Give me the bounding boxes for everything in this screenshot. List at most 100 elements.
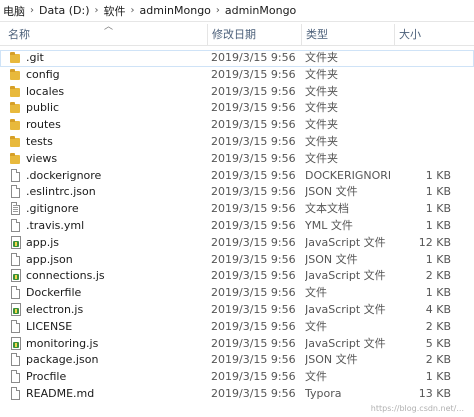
file-row[interactable]: .gitignore 2019/3/15 9:56 文本文档 1 KB <box>0 201 474 218</box>
file-type: 文件夹 <box>305 67 338 81</box>
column-header-date[interactable]: 修改日期 <box>207 24 300 45</box>
column-header-size[interactable]: 大小 <box>394 24 474 45</box>
file-type: YML 文件 <box>305 218 353 232</box>
column-header-row: 名称 ︿ 修改日期 类型 大小 <box>0 22 474 46</box>
file-row[interactable]: connections.js 2019/3/15 9:56 JavaScript 文… <box>0 268 474 285</box>
file-name: package.json <box>26 353 99 367</box>
file-row[interactable]: package.json 2019/3/15 9:56 JSON 文件 2 KB <box>0 352 474 369</box>
file-type: 文件 <box>305 370 327 384</box>
file-size: 2 KB <box>425 269 451 283</box>
file-size: 1 KB <box>425 370 451 384</box>
file-type: Typora <box>305 386 342 400</box>
file-row[interactable]: Dockerfile 2019/3/15 9:56 文件 1 KB <box>0 285 474 302</box>
file-type: 文件夹 <box>305 84 338 98</box>
file-row[interactable]: electron.js 2019/3/15 9:56 JavaScript 文件 4 … <box>0 302 474 319</box>
file-name: routes <box>26 118 61 132</box>
file-modified-date: 2019/3/15 9:56 <box>211 336 296 350</box>
file-name: public <box>26 101 60 115</box>
file-row[interactable]: config 2019/3/15 9:56 文件夹 <box>0 67 474 84</box>
file-size: 1 KB <box>425 185 451 199</box>
folder-icon <box>9 101 23 115</box>
breadcrumb-item-adminmongo[interactable]: adminMongo <box>137 4 214 17</box>
file-row[interactable]: .travis.yml 2019/3/15 9:56 YML 文件 1 KB <box>0 218 474 235</box>
column-header-name[interactable]: 名称 ︿ <box>4 22 204 45</box>
breadcrumb: 电脑 › Data (D:) › 软件 › adminMongo › admin… <box>0 0 474 22</box>
file-row[interactable]: routes 2019/3/15 9:56 文件夹 <box>0 117 474 134</box>
file-type: 文件夹 <box>305 151 338 165</box>
js-file-icon <box>9 302 23 317</box>
file-size: 1 KB <box>425 286 451 300</box>
file-name: app.js <box>26 235 59 249</box>
file-name: .git <box>26 51 44 64</box>
js-file-icon <box>9 269 23 283</box>
file-row[interactable]: .dockerignore 2019/3/15 9:56 DOCKERIGNORE.… <box>0 168 474 185</box>
file-modified-date: 2019/3/15 9:56 <box>211 235 296 249</box>
file-row[interactable]: LICENSE 2019/3/15 9:56 文件 2 KB <box>0 319 474 336</box>
breadcrumb-item-computer[interactable]: 电脑 <box>0 3 28 19</box>
sort-up-icon: ︿ <box>104 22 114 32</box>
folder-icon <box>9 68 23 82</box>
file-name: tests <box>26 134 53 148</box>
file-size: 1 KB <box>425 168 451 182</box>
file-row[interactable]: README.md 2019/3/15 9:56 Typora 13 KB <box>0 386 474 403</box>
file-size: 2 KB <box>425 353 451 367</box>
file-name: connections.js <box>26 269 105 283</box>
column-header-name-label: 名称 <box>8 28 30 41</box>
file-type: 文件 <box>305 286 327 300</box>
text-file-icon <box>9 202 23 216</box>
file-row[interactable]: monitoring.js 2019/3/15 9:56 JavaScript 文件… <box>0 336 474 353</box>
file-size: 4 KB <box>425 302 451 316</box>
file-row[interactable]: .git 2019/3/15 9:56 文件夹 <box>0 50 474 67</box>
breadcrumb-item-drive[interactable]: Data (D:) <box>36 4 93 17</box>
file-icon <box>9 286 23 300</box>
file-name: config <box>26 67 60 81</box>
file-row[interactable]: app.json 2019/3/15 9:56 JSON 文件 1 KB <box>0 252 474 269</box>
file-name: electron.js <box>26 302 84 316</box>
file-modified-date: 2019/3/15 9:56 <box>211 269 296 283</box>
file-modified-date: 2019/3/15 9:56 <box>211 168 296 182</box>
file-row[interactable]: views 2019/3/15 9:56 文件夹 <box>0 151 474 168</box>
watermark: https://blog.csdn.net/... <box>370 404 464 413</box>
chevron-right-icon[interactable]: › <box>28 5 36 16</box>
breadcrumb-item-adminmongo-current[interactable]: adminMongo <box>222 4 299 17</box>
file-row[interactable]: Procfile 2019/3/15 9:56 文件 1 KB <box>0 369 474 386</box>
column-header-type[interactable]: 类型 <box>301 24 393 45</box>
file-modified-date: 2019/3/15 9:56 <box>211 84 296 98</box>
file-modified-date: 2019/3/15 9:56 <box>211 218 296 232</box>
file-modified-date: 2019/3/15 9:56 <box>211 370 296 384</box>
folder-icon <box>9 118 23 132</box>
chevron-right-icon[interactable]: › <box>129 5 137 16</box>
file-size: 2 KB <box>425 319 451 333</box>
file-name: .travis.yml <box>26 218 85 232</box>
file-name: locales <box>26 84 65 98</box>
file-name: monitoring.js <box>26 336 99 350</box>
file-row[interactable]: tests 2019/3/15 9:56 文件夹 <box>0 134 474 151</box>
file-name: LICENSE <box>26 319 73 333</box>
chevron-right-icon[interactable]: › <box>214 5 222 16</box>
file-list: .git 2019/3/15 9:56 文件夹 config 2019/3/15 9:5… <box>0 50 474 403</box>
file-type: 文本文档 <box>305 202 349 216</box>
file-icon <box>9 319 23 334</box>
file-modified-date: 2019/3/15 9:56 <box>211 353 296 367</box>
file-type: JSON 文件 <box>305 185 358 199</box>
file-modified-date: 2019/3/15 9:56 <box>211 319 296 333</box>
file-name: .eslintrc.json <box>26 185 96 199</box>
file-name: views <box>26 151 58 165</box>
chevron-right-icon[interactable]: › <box>93 5 101 16</box>
file-row[interactable]: public 2019/3/15 9:56 文件夹 <box>0 100 474 117</box>
file-name: .gitignore <box>26 202 79 216</box>
file-modified-date: 2019/3/15 9:56 <box>211 202 296 216</box>
file-row[interactable]: app.js 2019/3/15 9:56 JavaScript 文件 12 KB <box>0 235 474 252</box>
file-modified-date: 2019/3/15 9:56 <box>211 252 296 266</box>
folder-icon <box>9 51 23 65</box>
file-type: DOCKERIGNORE... <box>305 168 390 182</box>
file-modified-date: 2019/3/15 9:56 <box>211 185 296 199</box>
file-modified-date: 2019/3/15 9:56 <box>211 101 296 115</box>
file-row[interactable]: locales 2019/3/15 9:56 文件夹 <box>0 84 474 101</box>
file-modified-date: 2019/3/15 9:56 <box>211 67 296 81</box>
file-row[interactable]: .eslintrc.json 2019/3/15 9:56 JSON 文件 1 KB <box>0 184 474 201</box>
file-type: JavaScript 文件 <box>305 336 386 350</box>
file-name: Procfile <box>26 370 67 384</box>
file-size: 13 KB <box>418 386 451 400</box>
folder-icon <box>9 85 23 99</box>
